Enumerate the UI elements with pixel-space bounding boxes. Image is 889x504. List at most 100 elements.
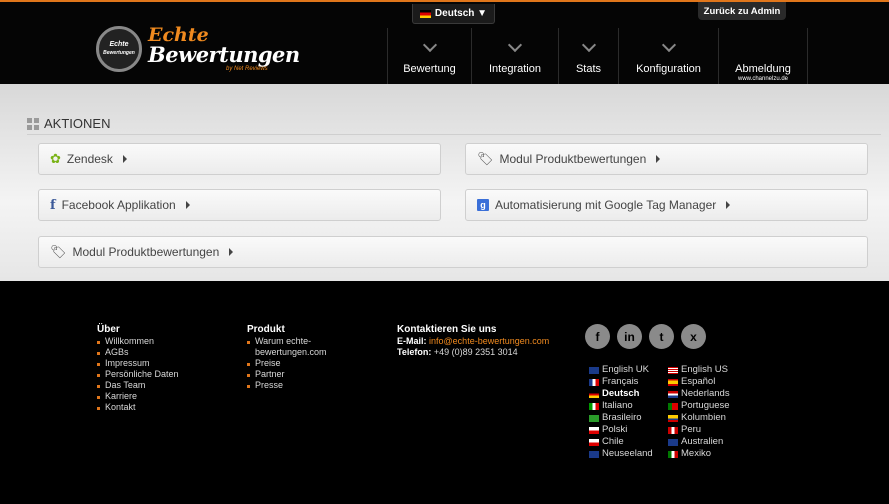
uk-flag-icon: [589, 366, 599, 374]
language-label: Deutsch: [602, 388, 640, 399]
france-flag-icon: [589, 378, 599, 386]
footer-contact: Kontaktieren Sie uns E-Mail: info@echte-…: [397, 324, 572, 358]
chevron-down-icon: [422, 37, 437, 53]
language-label: Italiano: [602, 400, 633, 411]
phone-label: Telefon:: [397, 347, 432, 357]
nav-label: Abmeldung: [735, 63, 791, 75]
language-list-left: English UK Français Deutsch Italiano Bra…: [589, 364, 653, 460]
top-navigation-bar: Deutsch ▼ Zurück zu Admin Echte Bewertun…: [0, 0, 889, 86]
chevron-down-icon: [661, 37, 676, 53]
action-zendesk[interactable]: ✿ Zendesk: [38, 143, 441, 175]
language-label: Français: [602, 376, 639, 387]
language-link[interactable]: Chile: [589, 436, 653, 448]
nav-item-abmeldung[interactable]: Abmeldung www.channelzu.de: [718, 28, 808, 86]
italy-flag-icon: [589, 402, 599, 410]
language-link[interactable]: Nederlands: [668, 388, 730, 400]
section-header: AKTIONEN: [27, 113, 881, 135]
usa-flag-icon: [668, 366, 678, 374]
action-modul-produktbewertungen-2[interactable]: 🏷 Modul Produktbewertungen: [38, 236, 868, 268]
action-modul-produktbewertungen[interactable]: 🏷 Modul Produktbewertungen: [465, 143, 868, 175]
netherlands-flag-icon: [668, 390, 678, 398]
peru-flag-icon: [668, 426, 678, 434]
footer-link[interactable]: Presse: [247, 380, 339, 391]
facebook-icon[interactable]: f: [585, 324, 610, 349]
mexico-flag-icon: [668, 450, 678, 458]
logo-text-bewertungen: Bewertungen: [148, 42, 300, 67]
language-link[interactable]: Polski: [589, 424, 653, 436]
nav-item-konfiguration[interactable]: Konfiguration: [618, 28, 718, 86]
nav-item-stats[interactable]: Stats: [558, 28, 618, 86]
language-select-label: Deutsch ▼: [434, 8, 488, 19]
language-link-active[interactable]: Deutsch: [589, 388, 653, 400]
caret-right-icon: [229, 248, 234, 256]
xing-icon[interactable]: x: [681, 324, 706, 349]
nav-label: Stats: [575, 63, 602, 75]
brazil-flag-icon: [589, 414, 599, 422]
footer-about: Über Willkommen AGBs Impressum Persönlic…: [97, 324, 227, 413]
email-label: E-Mail:: [397, 336, 427, 346]
portugal-flag-icon: [668, 402, 678, 410]
section-title: AKTIONEN: [44, 116, 111, 131]
language-link[interactable]: Mexiko: [668, 448, 730, 460]
language-link[interactable]: Español: [668, 376, 730, 388]
phone-number: +49 (0)89 2351 3014: [433, 347, 518, 357]
language-label: Chile: [602, 436, 624, 447]
footer-link[interactable]: Willkommen: [97, 336, 227, 347]
caret-right-icon: [185, 201, 190, 209]
chevron-down-icon: [581, 37, 596, 53]
language-label: Portuguese: [681, 400, 730, 411]
language-link[interactable]: Brasileiro: [589, 412, 653, 424]
action-label: Automatisierung mit Google Tag Manager: [495, 198, 717, 212]
footer-link[interactable]: AGBs: [97, 347, 227, 358]
action-google-tag-manager[interactable]: g Automatisierung mit Google Tag Manager: [465, 189, 868, 221]
footer-link[interactable]: Persönliche Daten: [97, 369, 227, 380]
language-link[interactable]: Portuguese: [668, 400, 730, 412]
social-links: f in t x: [585, 324, 706, 349]
action-label: Modul Produktbewertungen: [499, 152, 647, 166]
footer-link[interactable]: Kontakt: [97, 402, 227, 413]
language-link[interactable]: Français: [589, 376, 653, 388]
footer-link[interactable]: Karriere: [97, 391, 227, 402]
chevron-down-icon: [507, 37, 523, 53]
footer: Über Willkommen AGBs Impressum Persönlic…: [0, 281, 889, 504]
nav-item-integration[interactable]: Integration: [471, 28, 558, 86]
twitter-icon[interactable]: t: [649, 324, 674, 349]
nav-sub-label: www.channelzu.de: [737, 76, 789, 82]
footer-about-title: Über: [97, 324, 120, 335]
logo-byline: by Net Reviews: [226, 66, 268, 72]
action-facebook-applikation[interactable]: f Facebook Applikation: [38, 189, 441, 221]
language-link[interactable]: English US: [668, 364, 730, 376]
language-link[interactable]: Neuseeland: [589, 448, 653, 460]
footer-link[interactable]: Das Team: [97, 380, 227, 391]
footer-product: Produkt Warum echte-bewertungen.com Prei…: [247, 324, 339, 391]
language-select[interactable]: Deutsch ▼: [412, 4, 495, 24]
nav-item-bewertung[interactable]: Bewertung: [387, 28, 471, 86]
tag-icon: 🏷: [50, 244, 67, 259]
language-link[interactable]: Australien: [668, 436, 730, 448]
language-link[interactable]: English UK: [589, 364, 653, 376]
language-list-right: English US Español Nederlands Portuguese…: [668, 364, 730, 460]
main-nav: Bewertung Integration Stats Konfiguratio…: [387, 28, 808, 86]
linkedin-icon[interactable]: in: [617, 324, 642, 349]
logo[interactable]: Echte Bewertungen Echte Bewertungen by N…: [96, 24, 300, 74]
footer-product-title: Produkt: [247, 324, 285, 335]
main-content: AKTIONEN ✿ Zendesk 🏷 Modul Produktbewert…: [0, 84, 889, 281]
logo-badge-icon: Echte Bewertungen: [96, 26, 142, 72]
footer-link[interactable]: Impressum: [97, 358, 227, 369]
action-label: Modul Produktbewertungen: [72, 245, 220, 259]
email-link[interactable]: info@echte-bewertungen.com: [429, 336, 549, 346]
back-to-admin-button[interactable]: Zurück zu Admin: [698, 2, 786, 20]
caret-right-icon: [122, 155, 127, 163]
footer-link[interactable]: Preise: [247, 358, 339, 369]
footer-link[interactable]: Warum echte-bewertungen.com: [247, 336, 339, 358]
language-link[interactable]: Italiano: [589, 400, 653, 412]
footer-link[interactable]: Partner: [247, 369, 339, 380]
footer-contact-title: Kontaktieren Sie uns: [397, 324, 497, 335]
nav-label: Konfiguration: [636, 63, 701, 75]
language-label: Neuseeland: [602, 448, 653, 459]
spain-flag-icon: [668, 378, 678, 386]
language-link[interactable]: Peru: [668, 424, 730, 436]
language-link[interactable]: Kolumbien: [668, 412, 730, 424]
german-flag-icon: [419, 9, 431, 18]
language-label: Polski: [602, 424, 628, 435]
